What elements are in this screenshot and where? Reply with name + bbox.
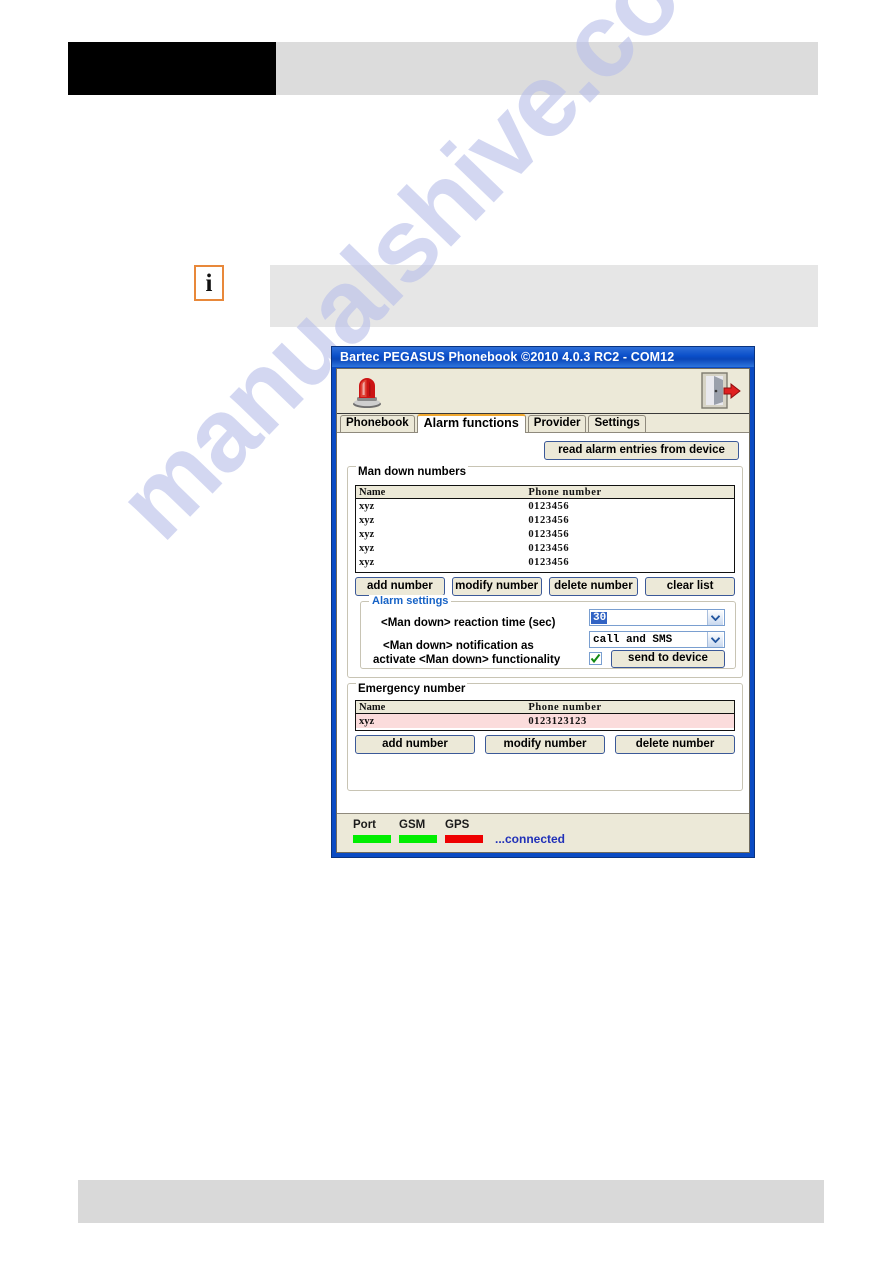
man-down-group-title: Man down numbers xyxy=(356,466,468,478)
column-header-phone: Phone number xyxy=(528,701,602,713)
status-label-port: Port xyxy=(353,819,376,831)
alarm-settings-group-title: Alarm settings xyxy=(369,595,452,607)
status-bar-gsm xyxy=(399,835,437,843)
cell-phone: 0123123123 xyxy=(528,715,587,727)
cell-name: xyz xyxy=(359,500,375,512)
man-down-list-header: Name Phone number xyxy=(356,486,734,499)
table-row[interactable]: xyz 0123456 xyxy=(356,499,734,513)
alarm-beacon-icon[interactable] xyxy=(350,373,384,409)
table-row[interactable]: xyz 0123456 xyxy=(356,555,734,569)
cell-phone: 0123456 xyxy=(528,556,570,568)
chevron-down-icon[interactable] xyxy=(707,632,723,647)
cell-name: xyz xyxy=(359,556,375,568)
notification-as-label: <Man down> notification as xyxy=(383,640,534,652)
application-window: Bartec PEGASUS Phonebook ©2010 4.0.3 RC2… xyxy=(331,346,755,858)
man-down-numbers-group: Man down numbers Name Phone number xyz 0… xyxy=(347,466,743,678)
status-label-gps: GPS xyxy=(445,819,470,831)
document-header-black-block xyxy=(68,42,276,95)
activate-man-down-checkbox[interactable] xyxy=(589,652,602,665)
status-indicator-gps: GPS xyxy=(445,819,483,843)
cell-name: xyz xyxy=(359,715,375,727)
tabpage-alarm-functions: read alarm entries from device Man down … xyxy=(337,433,749,813)
window-title: Bartec PEGASUS Phonebook ©2010 4.0.3 RC2… xyxy=(340,350,675,364)
document-footer-band xyxy=(78,1180,824,1223)
statusbar: Port GSM GPS ...connected xyxy=(337,813,749,852)
cell-phone: 0123456 xyxy=(528,528,570,540)
emergency-list-header: Name Phone number xyxy=(356,701,734,714)
status-indicator-gsm: GSM xyxy=(399,819,437,843)
man-down-delete-number-button[interactable]: delete number xyxy=(548,577,639,596)
exit-door-icon[interactable] xyxy=(701,372,741,410)
emergency-add-number-button[interactable]: add number xyxy=(355,735,475,754)
man-down-list[interactable]: Name Phone number xyz 0123456 xyz 012345… xyxy=(355,485,735,573)
table-row[interactable]: xyz 0123456 xyxy=(356,541,734,555)
info-icon: i xyxy=(194,265,224,301)
cell-name: xyz xyxy=(359,514,375,526)
toolbar xyxy=(337,369,749,414)
man-down-button-row: add number modify number delete number c… xyxy=(355,577,735,596)
emergency-modify-number-button[interactable]: modify number xyxy=(485,735,605,754)
read-alarm-entries-button[interactable]: read alarm entries from device xyxy=(544,441,739,460)
cell-phone: 0123456 xyxy=(528,542,570,554)
cell-phone: 0123456 xyxy=(528,500,570,512)
notification-as-value: call and SMS xyxy=(593,633,673,646)
document-header-band xyxy=(68,42,818,95)
chevron-down-icon[interactable] xyxy=(707,610,723,625)
activate-man-down-label: activate <Man down> functionality xyxy=(373,654,561,666)
man-down-modify-number-button[interactable]: modify number xyxy=(451,577,542,596)
column-header-name: Name xyxy=(359,701,386,713)
status-label-gsm: GSM xyxy=(399,819,426,831)
emergency-list[interactable]: Name Phone number xyz 0123123123 xyxy=(355,700,735,731)
emergency-delete-number-button[interactable]: delete number xyxy=(615,735,735,754)
tab-phonebook[interactable]: Phonebook xyxy=(340,415,415,432)
tabstrip: Phonebook Alarm functions Provider Setti… xyxy=(337,414,749,433)
info-note: i xyxy=(194,265,818,327)
cell-name: xyz xyxy=(359,542,375,554)
man-down-add-number-button[interactable]: add number xyxy=(355,577,445,596)
table-row[interactable]: xyz 0123456 xyxy=(356,513,734,527)
cell-phone: 0123456 xyxy=(528,514,570,526)
reaction-time-label: <Man down> reaction time (sec) xyxy=(381,617,556,629)
emergency-button-row: add number modify number delete number xyxy=(355,735,735,754)
tab-settings[interactable]: Settings xyxy=(588,415,646,432)
info-note-body xyxy=(270,265,818,327)
status-bar-port xyxy=(353,835,391,843)
document-header-gray-block xyxy=(276,42,818,95)
table-row[interactable]: xyz 0123123123 xyxy=(356,714,734,728)
reaction-time-combo[interactable]: 30 xyxy=(589,609,725,626)
status-bar-gps xyxy=(445,835,483,843)
column-header-name: Name xyxy=(359,486,386,498)
status-message: ...connected xyxy=(495,832,566,846)
notification-as-combo[interactable]: call and SMS xyxy=(589,631,725,648)
window-titlebar[interactable]: Bartec PEGASUS Phonebook ©2010 4.0.3 RC2… xyxy=(332,347,754,367)
tab-alarm-functions[interactable]: Alarm functions xyxy=(416,414,526,433)
cell-name: xyz xyxy=(359,528,375,540)
reaction-time-value: 30 xyxy=(591,611,608,624)
send-to-device-button[interactable]: send to device xyxy=(611,650,725,668)
table-row[interactable]: xyz 0123456 xyxy=(356,527,734,541)
alarm-settings-group: Alarm settings <Man down> reaction time … xyxy=(360,595,736,669)
emergency-group-title: Emergency number xyxy=(356,683,468,695)
man-down-clear-list-button[interactable]: clear list xyxy=(645,577,735,596)
tab-provider[interactable]: Provider xyxy=(527,415,587,432)
emergency-number-group: Emergency number Name Phone number xyz 0… xyxy=(347,683,743,791)
status-indicator-port: Port xyxy=(353,819,391,843)
column-header-phone: Phone number xyxy=(528,486,602,498)
window-client-area: Phonebook Alarm functions Provider Setti… xyxy=(336,368,750,853)
